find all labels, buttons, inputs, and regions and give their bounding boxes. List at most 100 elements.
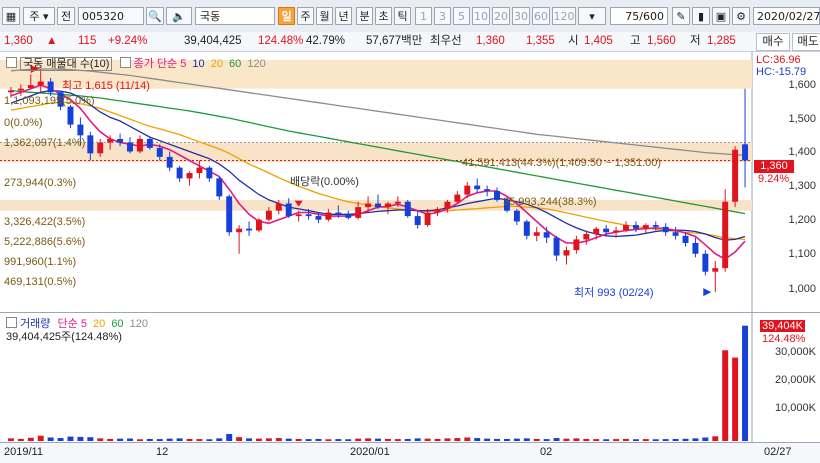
high-label: 고 [630,35,641,47]
settings-icon[interactable]: ⚙ [732,7,750,25]
volume-ma-120[interactable]: 120 [130,318,148,330]
volume-profile-legend[interactable]: 국동 매물대 수(10) [20,57,113,71]
volume-tick: 20,000K [775,374,816,386]
profile-label: 41,591,413(44.3%)(1,409.50 ~ 1,351.00) [462,157,662,169]
hc-label: HC:-15.79 [756,66,807,78]
interval-yearly[interactable]: 년 [335,7,352,25]
volume-bar [464,437,471,441]
date-field[interactable]: 2020/02/27 [753,7,820,25]
interval-weekly[interactable]: 주 [297,7,314,25]
period-120[interactable]: 120 [552,7,576,25]
candle-body [236,228,243,233]
interval-daily[interactable]: 일 [278,7,295,25]
volume-chart[interactable] [0,313,820,442]
candle-body [632,225,639,229]
stock-name-field[interactable]: 국동 [195,7,275,25]
period-60[interactable]: 60 [532,7,550,25]
ma-legend-20[interactable]: 20 [211,58,223,70]
bar-chart-icon[interactable]: ▮ [692,7,710,25]
volume-bar [196,439,203,441]
candle-body [146,138,153,148]
candle-body [107,138,114,143]
period-type-select[interactable]: 주 ▾ [23,7,55,25]
volume-bar [107,438,114,441]
period-dropdown[interactable]: ▾ [578,7,606,25]
profile-label: 3,326,422(3.5%) [4,216,86,228]
volume-bar [603,439,610,441]
candle-body [583,234,590,240]
price-tick: 1,000 [788,283,816,295]
buy-button[interactable]: 매수 [756,33,790,51]
open-price: 1,405 [584,35,613,47]
candle-body [365,203,372,208]
ma-legend-10[interactable]: 10 [192,58,204,70]
volume-bar [136,439,143,441]
volume-bar [57,438,64,441]
price-tick: 1,600 [788,79,816,91]
sell-button[interactable]: 매도 [792,33,820,51]
lc-label: LC:36.96 [756,54,801,66]
grid-icon[interactable]: ▦ [2,7,20,25]
candle-body [186,173,193,179]
candle-body [404,201,411,217]
period-1[interactable]: 1 [415,7,432,25]
candle-body [573,239,580,251]
volume-bar [226,433,233,441]
checkbox-icon[interactable] [119,57,131,68]
search-icon[interactable]: 🔍 [146,7,164,25]
interval-second[interactable]: 초 [375,7,392,25]
low-marker-arrow-icon [703,288,712,297]
volume-bar [593,439,600,441]
tools-icon[interactable]: ✎ [672,7,690,25]
profile-label: 1,1,093,195(5.0%) [4,95,95,107]
volume-bar [583,438,590,441]
candle-body [265,210,272,220]
ask-price: 1,360 [476,35,505,47]
speaker-icon[interactable]: 🔈 [166,7,192,25]
save-icon[interactable]: ▣ [712,7,730,25]
ma-legend-60[interactable]: 60 [229,58,241,70]
volume-bar [305,439,312,441]
candle-body [335,212,342,215]
candle-body [603,228,610,233]
ma-legend-5[interactable]: 5 [180,58,186,70]
period-5[interactable]: 5 [453,7,470,25]
candle-body [533,232,540,236]
volume-bar [474,438,481,441]
interval-minute[interactable]: 분 [356,7,373,25]
volume-bar [563,438,570,441]
ma-legend-120[interactable]: 120 [247,58,265,70]
interval-monthly[interactable]: 월 [316,7,333,25]
checkbox-icon[interactable] [6,57,17,68]
volume-bar [335,439,342,441]
previous-button[interactable]: 전 [57,7,75,25]
candle-body [434,208,441,213]
checkbox-icon[interactable] [6,317,17,328]
candle-body [77,124,84,136]
count-field[interactable]: 75/600 [610,7,668,25]
candle-body [305,214,312,217]
stock-code-input[interactable]: 005320 [78,7,144,25]
profile-label: 5,222,886(5.6%) [4,236,86,248]
candle-body [394,201,401,204]
volume-bar [156,439,163,441]
interval-tick[interactable]: 틱 [394,7,411,25]
x-axis: 2019/11 12 2020/01 02 02/27 [0,442,820,463]
period-10[interactable]: 10 [472,7,490,25]
candle-body [623,225,629,231]
volume-bar [523,438,530,441]
period-20[interactable]: 20 [492,7,510,25]
volume-bar [275,438,282,441]
volume-bar [146,438,153,441]
period-30[interactable]: 30 [512,7,530,25]
candle-body [642,225,649,229]
volume-bar [732,357,739,441]
volume-bar [77,436,84,441]
candle-body [702,253,709,272]
period-3[interactable]: 3 [434,7,451,25]
volume-bar [97,438,104,441]
candle-body [355,207,362,218]
current-price-badge: 1,360 [754,160,794,173]
volume-bar [414,438,421,441]
volume-bar [186,438,193,441]
